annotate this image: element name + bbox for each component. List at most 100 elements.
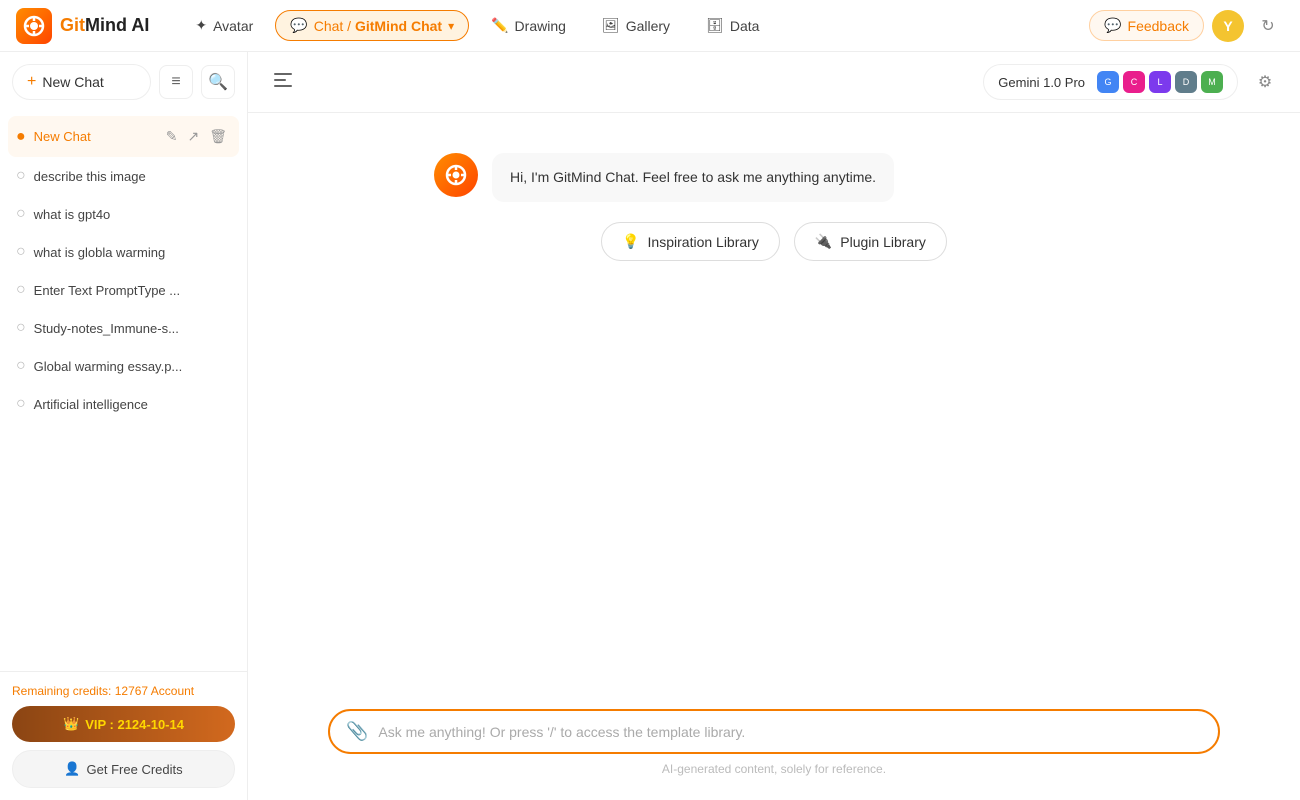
sidebar-item-label: Artificial intelligence (34, 397, 148, 412)
nav-drawing-label: Drawing (515, 18, 566, 34)
chat-messages: Hi, I'm GitMind Chat. Feel free to ask m… (248, 113, 1300, 693)
bot-greeting-text: Hi, I'm GitMind Chat. Feel free to ask m… (510, 169, 876, 185)
chat-circle-icon: ○ (16, 167, 26, 185)
chat-area: Gemini 1.0 Pro G C L D M ⚙ (248, 52, 1300, 800)
footer-note-text: AI-generated content, solely for referen… (662, 762, 886, 776)
plugin-icon: 🔌 (815, 233, 832, 250)
feedback-label: Feedback (1128, 18, 1189, 34)
chat-circle-icon: ○ (16, 395, 26, 413)
nav-drawing[interactable]: ✏️ Drawing (477, 11, 580, 40)
logo: GitMind AI (16, 8, 149, 44)
model-icon-5: M (1201, 71, 1223, 93)
credits-prefix: Remaining credits: (12, 684, 115, 698)
chat-circle-icon: ○ (16, 319, 26, 337)
model-icon-2: C (1123, 71, 1145, 93)
plugin-label: Plugin Library (840, 234, 926, 250)
collapse-sidebar-button[interactable] (268, 67, 298, 97)
credits-display: Remaining credits: 12767 Account (12, 684, 235, 698)
feedback-icon: 💬 (1104, 17, 1121, 34)
crown-icon: 👑 (63, 716, 79, 732)
collapse-icon (274, 73, 292, 92)
library-buttons: 💡 Inspiration Library 🔌 Plugin Library (601, 222, 947, 261)
sidebar-item-3[interactable]: ○ what is globla warming (8, 233, 239, 271)
sidebar-item-label: what is gpt4o (34, 207, 111, 222)
chevron-down-icon: ▾ (448, 19, 454, 33)
new-chat-label: New Chat (42, 74, 103, 90)
nav-avatar[interactable]: ✦ Avatar (181, 11, 267, 40)
sidebar-item-new-chat[interactable]: ● New Chat ✎ ↗ 🗑 (8, 116, 239, 157)
chat-circle-icon: ○ (16, 243, 26, 261)
main-area: + New Chat ≡ 🔍 ● New Chat ✎ ↗ 🗑 (0, 52, 1300, 800)
list-view-button[interactable]: ≡ (159, 65, 193, 99)
gallery-nav-icon: 🖼 (602, 17, 620, 34)
chat-circle-icon: ○ (16, 357, 26, 375)
bot-avatar (434, 153, 478, 197)
avatar-nav-icon: ✦ (195, 17, 207, 34)
list-icon: ≡ (171, 73, 180, 91)
person-icon: 👤 (64, 761, 80, 777)
nav-chat[interactable]: 💬 Chat / GitMind Chat ▾ (275, 10, 469, 41)
inspiration-label: Inspiration Library (648, 234, 759, 250)
free-credits-label: Get Free Credits (87, 762, 183, 777)
plus-icon: + (27, 73, 36, 91)
plugin-library-button[interactable]: 🔌 Plugin Library (794, 222, 947, 261)
user-initial: Y (1223, 18, 1232, 34)
logo-icon (16, 8, 52, 44)
attach-button[interactable]: 📎 (346, 721, 368, 742)
chat-history-list: ● New Chat ✎ ↗ 🗑 ○ describe this image ○… (0, 112, 247, 671)
model-icon-4: D (1175, 71, 1197, 93)
vip-button[interactable]: 👑 VIP : 2124-10-14 (12, 706, 235, 742)
chat-input[interactable] (378, 724, 1202, 740)
model-icon-list: G C L D M (1097, 71, 1223, 93)
share-icon[interactable]: ↗ (183, 126, 203, 147)
footer-disclaimer: AI-generated content, solely for referen… (328, 762, 1220, 776)
sidebar-item-4[interactable]: ○ Enter Text PromptType ... (8, 271, 239, 309)
drawing-nav-icon: ✏️ (491, 17, 508, 34)
search-icon: 🔍 (208, 72, 228, 92)
new-chat-button[interactable]: + New Chat (12, 64, 151, 100)
model-name-label: Gemini 1.0 Pro (998, 75, 1085, 90)
sidebar-item-label: Study-notes_Immune-s... (34, 321, 179, 336)
sidebar: + New Chat ≡ 🔍 ● New Chat ✎ ↗ 🗑 (0, 52, 248, 800)
nav-chat-label: Chat / GitMind Chat (314, 18, 442, 34)
credits-value: 12767 (115, 684, 148, 698)
delete-icon[interactable]: 🗑 (205, 126, 231, 147)
chat-circle-icon: ● (16, 128, 26, 146)
sidebar-item-5[interactable]: ○ Study-notes_Immune-s... (8, 309, 239, 347)
nav-gallery-label: Gallery (626, 18, 670, 34)
refresh-icon[interactable]: ↻ (1252, 10, 1284, 42)
nav-gallery[interactable]: 🖼 Gallery (588, 11, 684, 40)
model-selector[interactable]: Gemini 1.0 Pro G C L D M (983, 64, 1238, 100)
sidebar-item-label: what is globla warming (34, 245, 166, 260)
chat-header: Gemini 1.0 Pro G C L D M ⚙ (248, 52, 1300, 113)
chat-circle-icon: ○ (16, 281, 26, 299)
nav-data[interactable]: 🗄 Data (692, 11, 773, 40)
sidebar-item-2[interactable]: ○ what is gpt4o (8, 195, 239, 233)
get-free-credits-button[interactable]: 👤 Get Free Credits (12, 750, 235, 788)
item-actions: ✎ ↗ 🗑 (162, 126, 231, 147)
model-icon-3: L (1149, 71, 1171, 93)
sidebar-item-1[interactable]: ○ describe this image (8, 157, 239, 195)
app-name: GitMind AI (60, 15, 149, 36)
search-button[interactable]: 🔍 (201, 65, 235, 99)
sidebar-item-label: Global warming essay.p... (34, 359, 183, 374)
model-icon-1: G (1097, 71, 1119, 93)
top-navbar: GitMind AI ✦ Avatar 💬 Chat / GitMind Cha… (0, 0, 1300, 52)
chat-input-wrap: 📎 (328, 709, 1220, 754)
chat-nav-icon: 💬 (290, 17, 307, 34)
settings-button[interactable]: ⚙ (1250, 67, 1280, 97)
bot-greeting-bubble: Hi, I'm GitMind Chat. Feel free to ask m… (492, 153, 894, 202)
sidebar-item-6[interactable]: ○ Global warming essay.p... (8, 347, 239, 385)
sidebar-item-label: Enter Text PromptType ... (34, 283, 180, 298)
gear-icon: ⚙ (1258, 72, 1272, 92)
bot-greeting-message: Hi, I'm GitMind Chat. Feel free to ask m… (434, 153, 1114, 202)
feedback-button[interactable]: 💬 Feedback (1089, 10, 1204, 41)
sidebar-item-7[interactable]: ○ Artificial intelligence (8, 385, 239, 423)
chat-circle-icon: ○ (16, 205, 26, 223)
account-link[interactable]: Account (151, 684, 194, 698)
inspiration-library-button[interactable]: 💡 Inspiration Library (601, 222, 780, 261)
data-nav-icon: 🗄 (706, 17, 724, 34)
user-avatar[interactable]: Y (1212, 10, 1244, 42)
edit-icon[interactable]: ✎ (162, 126, 182, 147)
sidebar-item-label: describe this image (34, 169, 146, 184)
